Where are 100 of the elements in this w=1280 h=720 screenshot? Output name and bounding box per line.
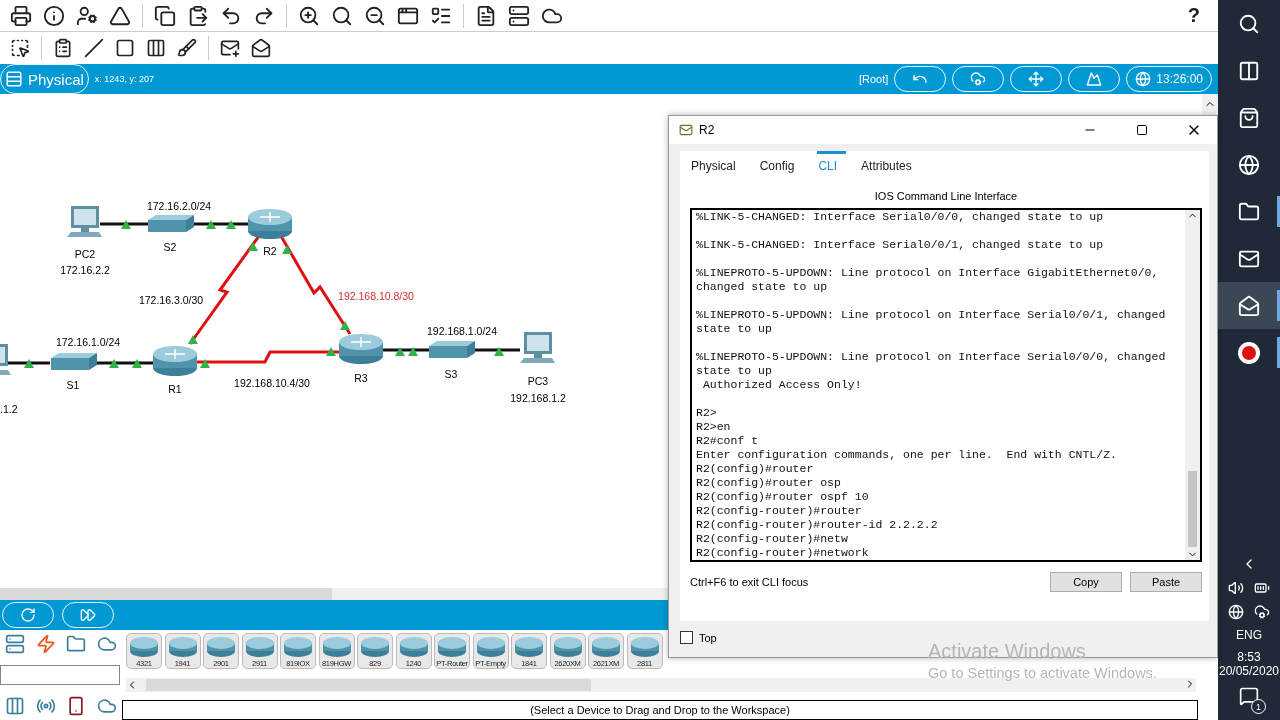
terminal-line: R2(config-router)#network — [696, 546, 870, 560]
browser-icon[interactable] — [1238, 153, 1260, 176]
move-button[interactable] — [1010, 66, 1063, 92]
root-label: [Root] — [858, 73, 889, 85]
new-cluster-button[interactable] — [952, 66, 1005, 92]
network-label: 192.168.10.8/30 — [338, 290, 414, 302]
volume-icon[interactable] — [1228, 580, 1244, 596]
router-icon — [360, 636, 390, 658]
network-icon[interactable] — [1228, 604, 1244, 620]
user-settings-icon[interactable] — [76, 4, 98, 27]
app-icon[interactable] — [1238, 294, 1260, 317]
document-icon[interactable] — [475, 4, 497, 27]
reset-icon — [20, 607, 36, 623]
ip-address: 172.16.2.2 — [60, 264, 110, 276]
router-icon — [321, 636, 352, 658]
window-tab[interactable]: CLI — [817, 151, 847, 177]
add-message-icon[interactable] — [220, 38, 240, 58]
cable-link — [96, 359, 153, 368]
device-name: PC2 — [74, 248, 96, 260]
lightning-icon[interactable] — [35, 634, 56, 654]
router-icon[interactable] — [153, 346, 197, 376]
search-icon[interactable] — [1238, 12, 1260, 35]
triangle-icon[interactable] — [109, 4, 131, 27]
cloud-icon — [970, 71, 987, 87]
computer-icon[interactable] — [520, 332, 555, 363]
router-icon — [629, 636, 660, 658]
folder-icon[interactable] — [1238, 200, 1260, 223]
zoom-reset-icon[interactable] — [331, 4, 353, 27]
device-name: R2 — [263, 245, 277, 257]
router-icon — [129, 636, 159, 658]
window-tab[interactable]: Config — [758, 151, 804, 177]
cloud-icon[interactable] — [1254, 604, 1270, 620]
notification-count: 1 — [1251, 699, 1266, 714]
scrollbar-thumb[interactable] — [1188, 471, 1197, 547]
cli-button[interactable]: Paste — [1130, 572, 1202, 592]
window-tab[interactable]: Attributes — [860, 151, 921, 177]
battery-icon[interactable] — [1254, 580, 1270, 596]
router-icon — [283, 636, 313, 658]
terminal-line: R2(config-router)#router — [696, 504, 863, 518]
device-name: S3 — [444, 368, 458, 380]
terminal-line: %LINK-5-CHANGED: Interface Serial0/0/0, changed state to up — [696, 210, 1105, 224]
zoom-in-icon[interactable] — [298, 4, 320, 27]
checkbox-label: Top — [699, 631, 717, 644]
help-button[interactable]: ? — [1179, 4, 1208, 27]
terminal-line: R2>en — [696, 420, 732, 434]
open-message-icon[interactable] — [251, 38, 271, 58]
reset-button[interactable] — [2, 602, 54, 628]
terminal-line: %LINEPROTO-5-UPDOWN: Line protocol on Interface Serial0/0/1, changed — [696, 308, 1167, 322]
printer-icon[interactable] — [10, 4, 32, 27]
terminal-line: state to up — [696, 364, 773, 378]
switch-icon[interactable] — [429, 341, 475, 358]
router-icon[interactable] — [339, 334, 383, 364]
paste-icon[interactable] — [187, 4, 209, 27]
top-checkbox[interactable] — [680, 631, 693, 644]
router-icon — [167, 636, 198, 658]
terminal-line: %LINEPROTO-5-UPDOWN: Line protocol on Interface GigabitEthernet0/0, — [696, 266, 1160, 280]
select-icon[interactable] — [10, 38, 30, 58]
rows-icon — [5, 70, 23, 88]
line-icon[interactable] — [84, 38, 104, 58]
note-icon[interactable] — [53, 38, 73, 58]
switch-icon[interactable] — [148, 215, 194, 232]
computer-icon[interactable] — [0, 344, 11, 375]
record-icon[interactable] — [1237, 340, 1261, 365]
network-label: 192.168.10.4/30 — [234, 377, 310, 389]
scrollbar-thumb[interactable] — [0, 588, 332, 600]
language-indicator[interactable]: ENG — [1236, 628, 1262, 642]
store-icon[interactable] — [1238, 106, 1260, 129]
switch-icon[interactable] — [51, 353, 97, 370]
rack-icon[interactable] — [5, 696, 26, 716]
notifications-icon[interactable] — [1239, 686, 1259, 706]
terminal-line: %LINEPROTO-5-UPDOWN: Line protocol on Interface Serial0/0/0, changed — [696, 350, 1167, 364]
network-label: 172.16.1.0/24 — [55, 336, 121, 348]
device-name: S1 — [66, 379, 80, 391]
window-title: R2 — [699, 123, 715, 137]
clock-time[interactable]: 8:53 — [1218, 650, 1280, 664]
zoom-out-icon[interactable] — [364, 4, 386, 27]
activation-message: Go to Settings to activate Windows. — [928, 665, 1157, 681]
terminal-line: R2(config)#router osp — [696, 476, 842, 490]
cli-heading: IOS Command Line Interface — [873, 190, 1019, 202]
window-tab[interactable]: Physical — [690, 151, 745, 177]
freeform-icon[interactable] — [177, 38, 197, 58]
copy-icon[interactable] — [154, 4, 176, 27]
server-icon[interactable] — [508, 4, 530, 27]
activation-title: Activate Windows — [928, 640, 1087, 663]
scrollbar-thumb[interactable] — [146, 679, 591, 691]
router-icon — [244, 636, 275, 658]
wireless-icon[interactable] — [35, 696, 56, 716]
rectangle-icon[interactable] — [115, 38, 135, 58]
computer-icon[interactable] — [67, 206, 102, 237]
mountain-icon — [1086, 71, 1103, 87]
device-filter-field[interactable] — [0, 665, 120, 685]
task-view-icon[interactable] — [1238, 59, 1260, 82]
info-icon[interactable] — [43, 4, 65, 27]
terminal-line: R2(config)#router — [696, 462, 815, 476]
ip-address: .1.2 — [0, 403, 18, 415]
fast-forward-button[interactable] — [62, 602, 114, 628]
clock-date[interactable]: 20/05/2020 — [1218, 664, 1280, 678]
router-icon[interactable] — [248, 209, 292, 239]
cli-button[interactable]: Copy — [1050, 572, 1122, 592]
back-button[interactable] — [894, 66, 947, 92]
